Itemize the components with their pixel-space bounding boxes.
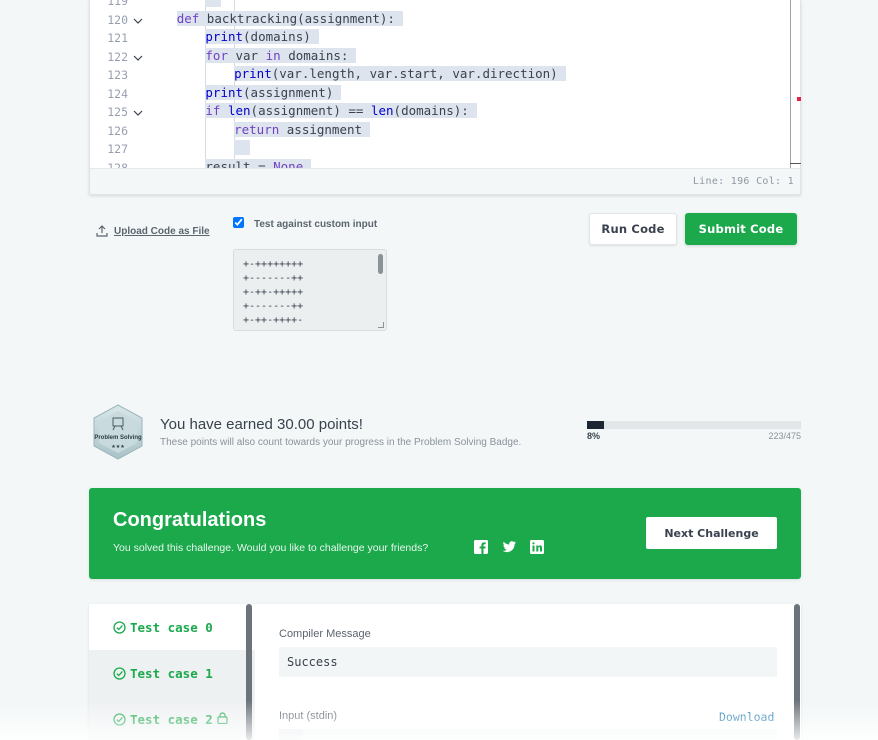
stdin-label: Input (stdin) <box>279 710 338 722</box>
detail-scrollbar[interactable] <box>794 604 800 740</box>
badge-progress-fill <box>587 421 605 429</box>
code-line <box>148 139 250 157</box>
resize-handle[interactable] <box>378 322 384 328</box>
code-line <box>148 0 221 9</box>
badge-progress-bar <box>587 421 801 429</box>
fold-chevron-icon[interactable] <box>133 108 143 118</box>
line-number: 126 <box>107 123 128 138</box>
linkedin-icon[interactable] <box>529 539 545 555</box>
lock-icon <box>217 711 228 727</box>
congratulations-banner: Congratulations You solved this challeng… <box>89 488 801 579</box>
test-list-scrollbar[interactable] <box>246 604 252 740</box>
twitter-icon[interactable] <box>501 539 517 555</box>
code-line: print(assignment) <box>205 84 342 102</box>
test-case-label: Test case 2 <box>130 711 213 727</box>
compiler-message-label: Compiler Message <box>279 628 371 640</box>
upload-code-link[interactable]: Upload Code as File <box>96 225 210 237</box>
test-case-tab-0[interactable]: Test case 0 <box>89 604 255 650</box>
test-results-panel: Test case 0 Test case 1 Test case 2 Compil… <box>89 604 801 740</box>
editor-statusbar: Line: 196 Col: 1 <box>90 168 800 194</box>
fold-chevron-icon[interactable] <box>133 16 143 26</box>
badge-hexagon-icon <box>93 404 143 460</box>
congrats-title: Congratulations <box>113 509 267 531</box>
badge-stars: ★★★ <box>111 444 125 450</box>
points-earned-subtitle: These points will also count towards you… <box>160 437 522 448</box>
line-number: 123 <box>107 68 128 82</box>
custom-input-checkbox-input[interactable] <box>233 217 244 228</box>
custom-input-label: Test against custom input <box>254 219 378 230</box>
cursor-position: Line: 196 Col: 1 <box>692 176 794 187</box>
progress-percent: 8% <box>587 431 601 441</box>
line-number: 121 <box>107 31 128 45</box>
code-line: result = None <box>205 158 312 168</box>
test-case-tab-1[interactable]: Test case 1 <box>89 650 255 696</box>
next-challenge-button[interactable]: Next Challenge <box>646 517 777 549</box>
code-area[interactable]: def backtracking(assignment): print(domai… <box>148 0 800 168</box>
test-case-label: Test case 0 <box>130 619 213 635</box>
code-line: print(domains) <box>205 28 319 46</box>
check-circle-icon <box>113 666 126 680</box>
code-line: print(var.length, var.start, var.directi… <box>234 65 566 83</box>
custom-input-scrollbar[interactable] <box>378 254 383 274</box>
progress-count: 223/475 <box>768 431 801 441</box>
error-marker <box>797 97 801 101</box>
compiler-message-value: Success <box>287 655 338 669</box>
code-line: if len(assignment) == len(domains): <box>205 102 477 120</box>
upload-icon <box>96 225 108 237</box>
facebook-icon[interactable] <box>473 539 489 555</box>
test-case-detail: Compiler Message Success Input (stdin) D… <box>255 604 801 740</box>
line-number: 122 <box>107 49 128 64</box>
upload-label: Upload Code as File <box>114 225 210 237</box>
test-case-tab-2[interactable]: Test case 2 <box>89 696 255 740</box>
custom-input-checkbox[interactable] <box>233 215 244 228</box>
badge-label: Problem Solving <box>94 435 142 441</box>
code-line: for var in domains: <box>205 47 357 65</box>
line-number: 119 <box>107 0 128 8</box>
stdin-box <box>279 729 777 740</box>
custom-input-textarea[interactable]: +-++++++++ +-------++ +-++-+++++ +------… <box>233 249 387 331</box>
editor-scrollbar[interactable] <box>790 0 791 168</box>
code-line: return assignment <box>234 121 371 139</box>
line-number: 124 <box>107 86 128 101</box>
congrats-subtitle: You solved this challenge. Would you lik… <box>113 542 429 554</box>
line-number: 127 <box>107 142 128 156</box>
custom-input-text: +-++++++++ +-------++ +-++-+++++ +------… <box>243 259 304 330</box>
code-editor[interactable]: 119120121122123124125126127128 def backt… <box>89 0 801 195</box>
submit-code-button[interactable]: Submit Code <box>685 213 797 245</box>
check-circle-icon <box>113 620 126 634</box>
test-case-label: Test case 1 <box>130 665 213 681</box>
check-circle-icon <box>113 712 126 726</box>
code-line: def backtracking(assignment): <box>176 10 403 28</box>
download-link[interactable]: Download <box>719 710 774 724</box>
fold-chevron-icon[interactable] <box>133 53 143 63</box>
line-number: 120 <box>107 12 128 27</box>
line-gutter: 119120121122123124125126127128 <box>90 0 148 175</box>
editor-scrollbar-thumb[interactable] <box>790 163 801 164</box>
test-case-list: Test case 0 Test case 1 Test case 2 <box>89 604 255 740</box>
compiler-message-box: Success <box>279 647 777 677</box>
problem-solving-badge: Problem Solving ★★★ <box>89 403 147 461</box>
run-code-button[interactable]: Run Code <box>589 213 677 245</box>
points-earned-title: You have earned 30.00 points! <box>160 416 363 433</box>
line-number: 125 <box>107 105 128 119</box>
